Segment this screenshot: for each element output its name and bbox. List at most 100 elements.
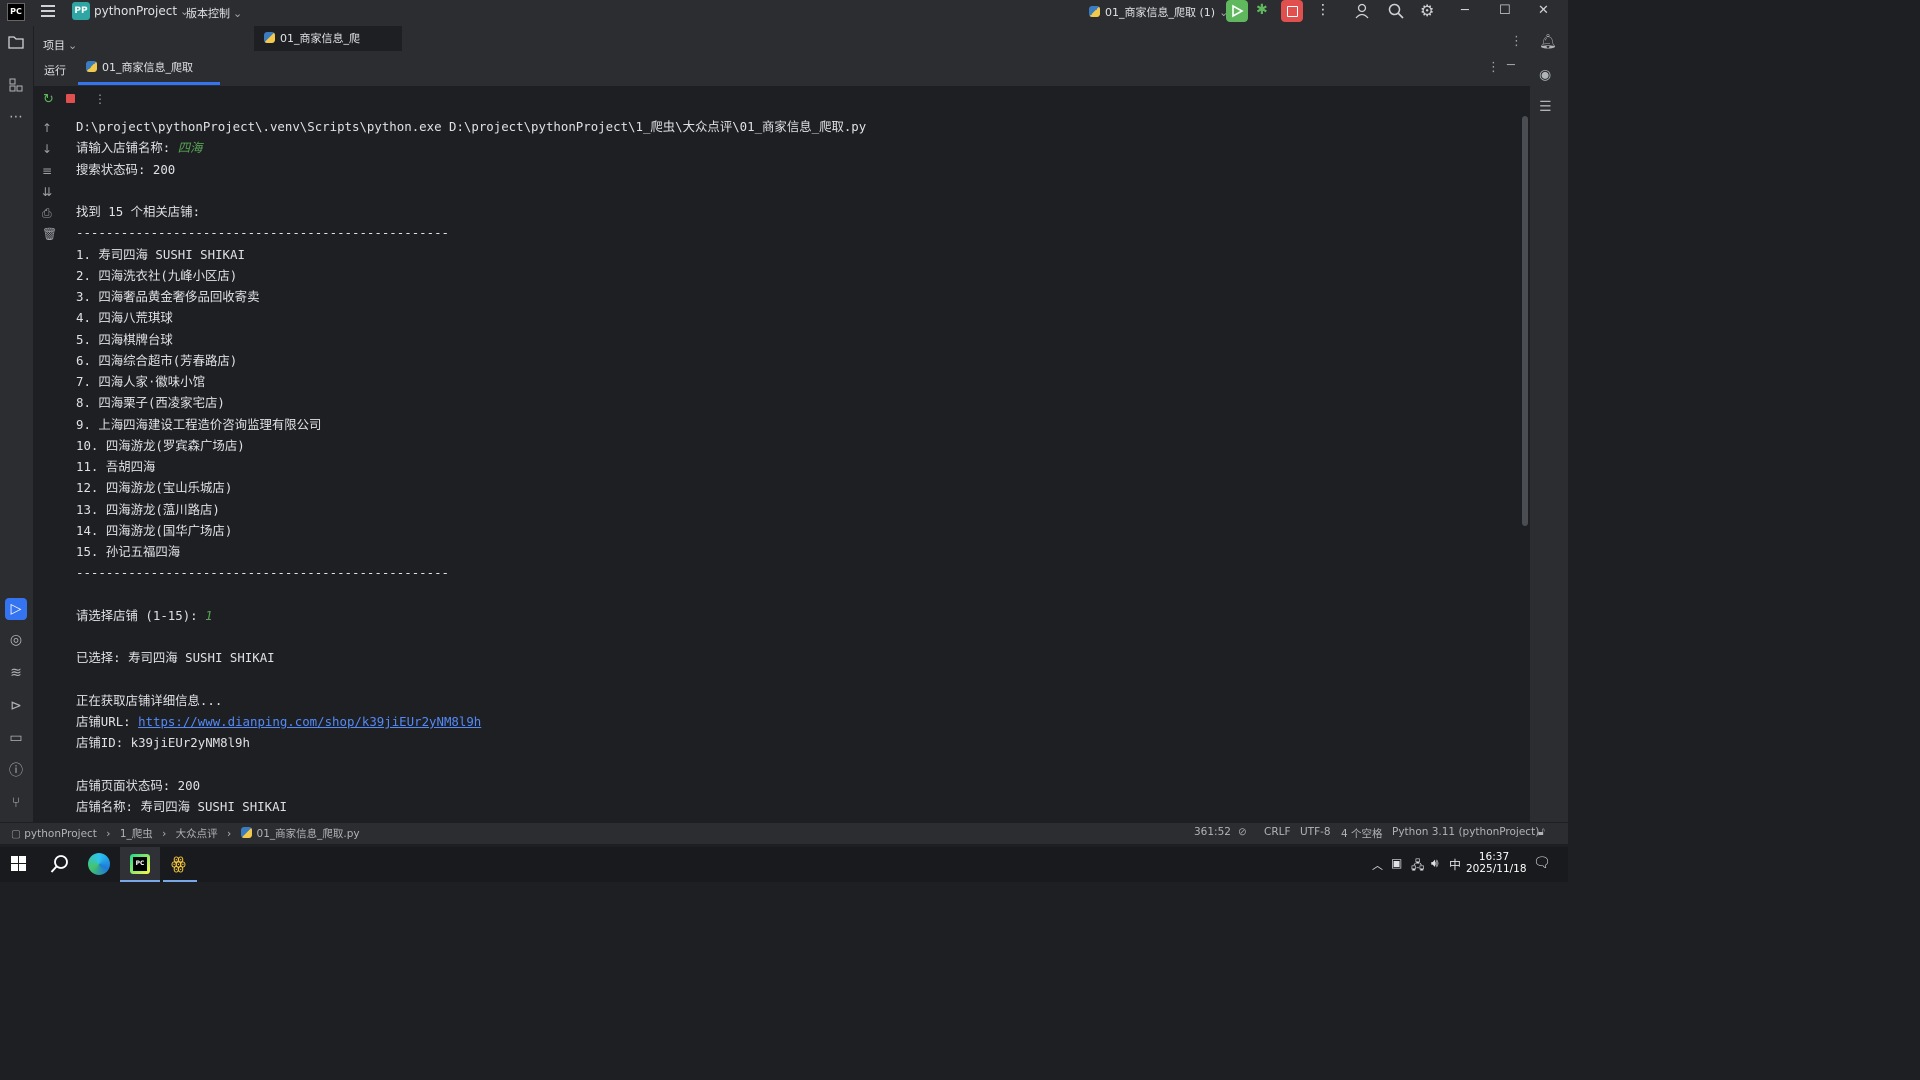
search-icon[interactable] — [1387, 2, 1405, 24]
console-scrollbar[interactable] — [1522, 116, 1528, 526]
rerun-small-icon[interactable]: ↻ — [43, 92, 54, 107]
ai-assistant-icon[interactable]: ◉ — [1539, 67, 1551, 83]
stop-small-icon[interactable] — [66, 94, 75, 103]
scroll-to-end-icon[interactable]: ⇊ — [42, 185, 52, 199]
git-branch-icon[interactable]: ⑂ — [7, 794, 25, 812]
caret-position[interactable]: 361:52 — [1194, 826, 1231, 838]
print-icon[interactable]: ⎙ — [42, 206, 52, 221]
more-actions-icon[interactable]: ⋮ — [1316, 2, 1330, 18]
project-folder-icon[interactable] — [7, 35, 25, 53]
shop-url-link[interactable]: https://www.dianping.com/shop/k39jiEUr2y… — [138, 714, 481, 729]
run-tab[interactable]: 01_商家信息_爬取 (1)× — [78, 54, 220, 102]
console-line: ----------------------------------------… — [76, 225, 449, 241]
console-line: 4. 四海八荒琪球 — [76, 310, 173, 326]
notifications-bell-icon[interactable]: 🔔︎ — [1539, 34, 1557, 50]
app-paw-icon: ꙮ — [171, 854, 186, 874]
console-line: 8. 四海栗子(西凌家宅店) — [76, 395, 225, 411]
action-center-icon[interactable]: 🗨︎ — [1533, 855, 1551, 871]
structure-icon[interactable] — [7, 77, 25, 95]
edge-browser-icon[interactable] — [88, 853, 110, 875]
breadcrumb-item[interactable]: 01_商家信息_爬取.py — [257, 828, 360, 840]
scroll-down-icon[interactable]: ↓ — [42, 142, 52, 156]
title-bar: PC PP pythonProject 版本控制 01_商家信息_爬取 (1)⌄… — [0, 0, 1568, 26]
debug-bug-icon[interactable]: ✱ — [1256, 2, 1268, 18]
terminal-icon[interactable]: ▭ — [7, 729, 25, 747]
console-line: 7. 四海人家·徽味小馆 — [76, 374, 205, 389]
run-panel-options-icon[interactable]: ⋮ — [1487, 60, 1500, 75]
console-line: 店铺URL: https://www.dianping.com/shop/k39… — [76, 714, 482, 729]
run-toolbar — [34, 87, 1530, 113]
breadcrumb-item[interactable]: 1_爬虫 — [120, 828, 153, 840]
vcs-menu[interactable]: 版本控制 — [186, 5, 242, 21]
file-encoding[interactable]: UTF-8 — [1300, 826, 1331, 838]
console-line: 已选择: 寿司四海 SUSHI SHIKAI — [76, 650, 275, 666]
run-more-icon[interactable]: ⋮ — [94, 92, 106, 106]
console-line: 正在获取店铺详细信息... — [76, 692, 223, 708]
more-tools-icon[interactable]: ⋯ — [7, 108, 25, 126]
user-input: 四海 — [177, 140, 203, 156]
add-user-icon[interactable] — [1354, 2, 1372, 24]
windows-start-icon[interactable] — [11, 856, 27, 876]
clock-time: 16:37 — [1478, 851, 1510, 863]
ime-indicator[interactable]: 中 — [1449, 856, 1461, 873]
editor-tab[interactable]: 01_商家信息_爬取.py× — [254, 26, 402, 70]
console-output[interactable]: D:\project\pythonProject\.venv\Scripts\p… — [76, 116, 1516, 821]
console-line: ----------------------------------------… — [76, 565, 449, 581]
settings-gear-icon[interactable]: ⚙ — [1420, 1, 1434, 20]
python-packages-icon[interactable]: ≋ — [7, 664, 25, 682]
soft-wrap-icon[interactable]: ≡ — [42, 164, 52, 178]
editor-options-icon[interactable]: ⋮ — [1510, 34, 1523, 49]
console-line: 15. 孙记五福四海 — [76, 544, 181, 559]
right-tool-strip — [1530, 26, 1568, 822]
run-tool-icon[interactable]: ▷ — [5, 598, 27, 620]
problems-icon[interactable]: ⓘ — [7, 762, 25, 780]
hide-panel-icon[interactable]: ─ — [1507, 58, 1515, 73]
console-line: 请选择店铺 (1-15): 1 — [76, 607, 213, 623]
tray-expand-icon[interactable]: ︿ — [1372, 857, 1383, 873]
volume-icon[interactable]: 🔊︎ — [1431, 856, 1439, 871]
lock-icon[interactable]: 🔓︎ — [1538, 826, 1545, 839]
pycharm-logo-icon: PC — [7, 3, 25, 21]
clock[interactable]: 16:37 2025/11/18 — [1466, 851, 1527, 875]
services-icon[interactable]: ⊳ — [7, 697, 25, 715]
user-input: 1 — [205, 607, 213, 623]
breadcrumb-item[interactable]: pythonProject — [24, 828, 97, 840]
minimize-button[interactable]: ─ — [1461, 3, 1469, 18]
maximize-button[interactable]: ☐ — [1499, 3, 1511, 18]
taskbar-pycharm-item[interactable]: PC — [120, 847, 160, 882]
console-line: 11. 吾胡四海 — [76, 459, 156, 474]
tray-app-icon[interactable]: ▣ — [1391, 856, 1402, 870]
database-icon[interactable]: ☰ — [1539, 99, 1552, 115]
inspection-off-icon[interactable]: ⊘ — [1238, 826, 1247, 838]
console-line: 店铺页面状态码: 200 — [76, 777, 201, 793]
main-menu-icon[interactable] — [41, 5, 55, 20]
clock-date: 2025/11/18 — [1466, 863, 1527, 875]
rerun-button[interactable] — [1226, 0, 1248, 22]
python-interpreter[interactable]: Python 3.11 (pythonProject) — [1392, 826, 1539, 838]
network-icon[interactable]: 🖧︎ — [1411, 856, 1424, 877]
python-file-icon — [264, 32, 275, 43]
indent-setting[interactable]: 4 个空格 — [1341, 826, 1383, 841]
project-selector[interactable]: pythonProject — [94, 4, 189, 18]
scroll-up-icon[interactable]: ↑ — [42, 121, 52, 135]
console-line: 12. 四海游龙(宝山乐城店) — [76, 480, 233, 496]
console-line: D:\project\pythonProject\.venv\Scripts\p… — [76, 119, 867, 134]
run-config-selector[interactable]: 01_商家信息_爬取 (1) ⌄ — [1089, 4, 1228, 20]
line-ending[interactable]: CRLF — [1264, 826, 1291, 838]
python-console-icon[interactable]: ◎ — [7, 631, 25, 649]
taskbar-search-icon[interactable] — [50, 854, 70, 878]
run-panel-title: 运行 — [44, 64, 66, 77]
clear-trash-icon[interactable]: 🗑︎ — [42, 227, 57, 241]
python-file-icon — [1089, 6, 1100, 17]
breadcrumb-item[interactable]: 大众点评 — [176, 828, 218, 840]
breadcrumb: ▢ pythonProject › 1_爬虫 › 大众点评 › 01_商家信息_… — [11, 827, 360, 840]
stop-button[interactable] — [1281, 0, 1303, 22]
status-bar: ▢ pythonProject › 1_爬虫 › 大众点评 › 01_商家信息_… — [0, 822, 1568, 844]
console-line: 请输入店铺名称: 四海 — [76, 140, 203, 156]
close-window-button[interactable]: ✕ — [1538, 3, 1549, 18]
taskbar-app-item[interactable]: ꙮ — [163, 847, 197, 882]
console-line: 6. 四海综合超市(芳春路店) — [76, 352, 238, 368]
